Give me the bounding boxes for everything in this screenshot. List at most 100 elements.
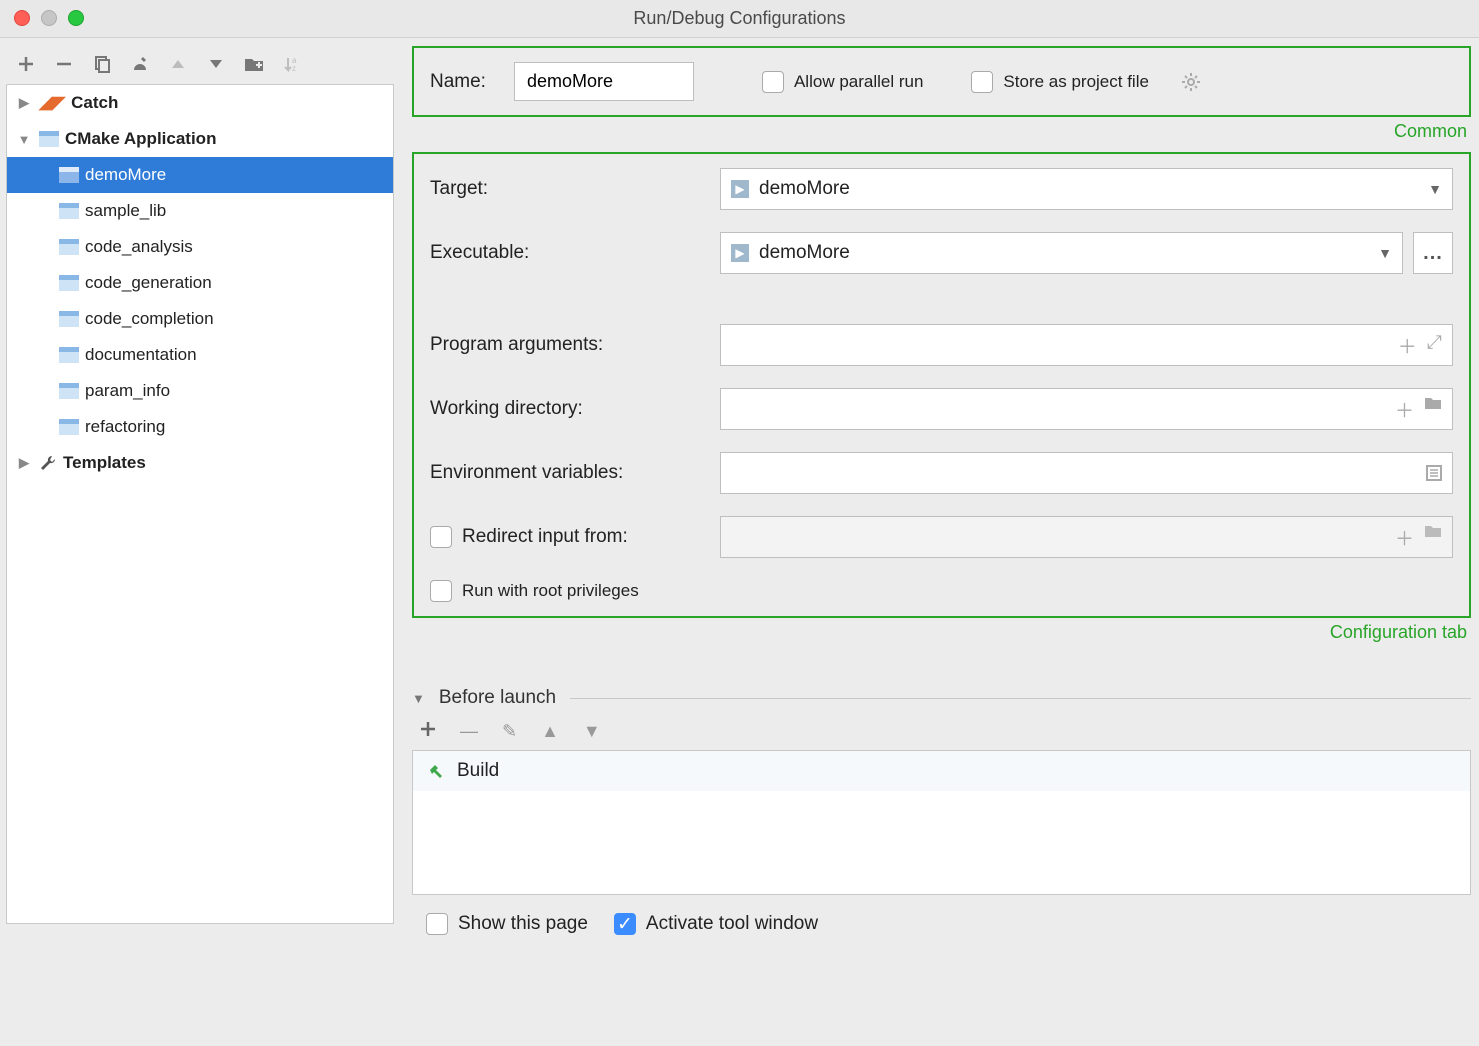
collapse-icon[interactable]: ▼ — [412, 691, 425, 706]
remove-task-icon[interactable]: — — [460, 721, 478, 742]
app-icon — [59, 167, 79, 183]
root-privileges-checkbox[interactable]: Run with root privileges — [430, 580, 1453, 602]
left-panel: az ▶ ◢◤ Catch ▼ CMake Application demoMo… — [0, 38, 394, 1046]
before-launch-item[interactable]: Build — [413, 751, 1470, 791]
copy-config-icon[interactable] — [92, 54, 112, 74]
move-down-icon[interactable] — [206, 54, 226, 74]
chevron-right-icon: ▶ — [15, 95, 33, 111]
tree-label: code_generation — [85, 273, 212, 293]
insert-macro-icon[interactable]: ＋ — [1395, 396, 1414, 423]
target-dropdown[interactable]: ▶ demoMore ▼ — [720, 168, 1453, 210]
checkbox-label: Show this page — [458, 913, 588, 935]
executable-browse-button[interactable]: ... — [1413, 232, 1453, 274]
program-args-input[interactable]: ＋ ⤢ — [720, 324, 1453, 366]
before-launch-list: Build — [412, 750, 1471, 895]
tree-label: Catch — [71, 93, 118, 113]
common-section: Name: Allow parallel run Store as projec… — [412, 46, 1471, 117]
remove-config-icon[interactable] — [54, 54, 74, 74]
env-vars-input[interactable] — [720, 452, 1453, 494]
activate-tool-window-checkbox[interactable]: ✓ Activate tool window — [614, 913, 818, 935]
tree-label: code_analysis — [85, 237, 193, 257]
tree-label: documentation — [85, 345, 197, 365]
close-window-button[interactable] — [14, 10, 30, 26]
titlebar: Run/Debug Configurations — [0, 0, 1479, 38]
tree-group-catch[interactable]: ▶ ◢◤ Catch — [7, 85, 393, 121]
tree-item[interactable]: refactoring — [7, 409, 393, 445]
right-panel: Name: Allow parallel run Store as projec… — [394, 38, 1479, 1046]
executable-dropdown[interactable]: ▶ demoMore ▼ — [720, 232, 1403, 274]
app-icon — [59, 383, 79, 399]
folder-open-icon[interactable] — [1424, 396, 1442, 423]
checkbox-icon — [430, 580, 452, 602]
config-caption: Configuration tab — [412, 618, 1471, 653]
redirect-input-checkbox[interactable]: Redirect input from: — [430, 526, 720, 548]
svg-text:z: z — [292, 64, 296, 73]
app-icon — [59, 275, 79, 291]
add-config-icon[interactable] — [16, 54, 36, 74]
edit-task-icon[interactable]: ✎ — [502, 721, 517, 742]
env-label: Environment variables: — [430, 462, 720, 484]
tree-item[interactable]: code_completion — [7, 301, 393, 337]
insert-macro-icon: ＋ — [1395, 524, 1414, 551]
catch-icon: ◢◤ — [39, 93, 65, 113]
chevron-down-icon: ▼ — [1428, 181, 1442, 197]
expand-icon[interactable]: ⤢ — [1427, 332, 1442, 359]
checkbox-label: Redirect input from: — [462, 526, 628, 548]
tree-label: refactoring — [85, 417, 165, 437]
tree-item[interactable]: sample_lib — [7, 193, 393, 229]
before-launch-section: ▼ Before launch — ✎ ▲ ▼ Build S — [412, 687, 1471, 935]
config-tree: ▶ ◢◤ Catch ▼ CMake Application demoMore … — [6, 84, 394, 924]
tree-label: code_completion — [85, 309, 214, 329]
tree-group-cmake[interactable]: ▼ CMake Application — [7, 121, 393, 157]
configuration-section: Target: ▶ demoMore ▼ Executable: ▶ demoM… — [412, 152, 1471, 618]
move-up-icon[interactable]: ▲ — [541, 721, 559, 742]
list-icon[interactable] — [1426, 465, 1442, 481]
app-icon — [59, 239, 79, 255]
window-controls — [14, 10, 84, 26]
zoom-window-button[interactable] — [68, 10, 84, 26]
tree-label: param_info — [85, 381, 170, 401]
target-label: Target: — [430, 178, 720, 200]
task-label: Build — [457, 760, 499, 782]
app-icon — [59, 203, 79, 219]
allow-parallel-checkbox[interactable]: Allow parallel run — [762, 71, 923, 93]
tree-item[interactable]: documentation — [7, 337, 393, 373]
edit-defaults-icon[interactable] — [130, 54, 150, 74]
tree-item-demomore[interactable]: demoMore — [7, 157, 393, 193]
config-name-input[interactable] — [514, 62, 694, 101]
minimize-window-button[interactable] — [41, 10, 57, 26]
gear-icon[interactable] — [1181, 72, 1201, 92]
sort-icon[interactable]: az — [282, 54, 302, 74]
tree-label: CMake Application — [65, 129, 216, 149]
checkbox-label: Allow parallel run — [794, 72, 923, 92]
show-this-page-checkbox[interactable]: Show this page — [426, 913, 588, 935]
tree-group-templates[interactable]: ▶ Templates — [7, 445, 393, 481]
before-launch-toolbar: — ✎ ▲ ▼ — [412, 709, 1471, 750]
config-toolbar: az — [6, 42, 394, 84]
folder-open-icon — [1424, 524, 1442, 551]
insert-macro-icon[interactable]: ＋ — [1398, 332, 1417, 359]
move-down-icon[interactable]: ▼ — [583, 721, 601, 742]
folder-icon[interactable] — [244, 54, 264, 74]
checkbox-label: Store as project file — [1003, 72, 1149, 92]
checkbox-icon — [762, 71, 784, 93]
tree-item[interactable]: code_generation — [7, 265, 393, 301]
chevron-down-icon: ▼ — [1378, 245, 1392, 261]
move-up-icon[interactable] — [168, 54, 188, 74]
checkbox-label: Run with root privileges — [462, 581, 639, 601]
redirect-input-field: ＋ — [720, 516, 1453, 558]
args-label: Program arguments: — [430, 334, 720, 356]
target-value: demoMore — [759, 178, 850, 200]
before-launch-title: Before launch — [439, 687, 556, 709]
tree-item[interactable]: code_analysis — [7, 229, 393, 265]
tree-label: demoMore — [85, 165, 166, 185]
working-dir-label: Working directory: — [430, 398, 720, 420]
common-caption: Common — [412, 117, 1471, 152]
working-dir-input[interactable]: ＋ — [720, 388, 1453, 430]
app-icon — [59, 347, 79, 363]
checkbox-icon — [426, 913, 448, 935]
store-project-checkbox[interactable]: Store as project file — [971, 71, 1149, 93]
tree-label: Templates — [63, 453, 146, 473]
tree-item[interactable]: param_info — [7, 373, 393, 409]
add-task-icon[interactable] — [420, 721, 436, 742]
